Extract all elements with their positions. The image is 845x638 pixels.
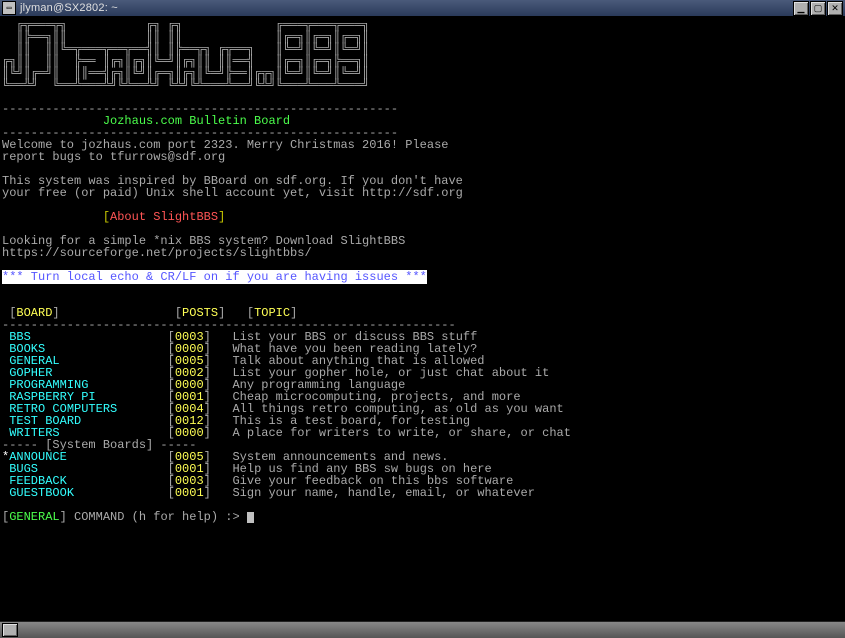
about-bracket: [ <box>103 210 110 224</box>
system-board-name[interactable]: GUESTBOOK <box>9 486 167 500</box>
board-topic: A place for writers to write, or share, … <box>232 426 570 440</box>
about-bracket: ] <box>218 210 225 224</box>
system-menu-icon[interactable]: ▭ <box>2 1 16 15</box>
taskbar <box>0 621 845 638</box>
slightbbs-text: https://sourceforge.net/projects/slightb… <box>2 246 312 260</box>
prompt-text: COMMAND (h for help) :> <box>67 510 247 524</box>
cursor[interactable] <box>247 512 254 523</box>
board-topic: Sign your name, handle, email, or whatev… <box>232 486 534 500</box>
board-posts: 0001 <box>175 486 204 500</box>
minimize-button[interactable]: ▁ <box>793 1 809 16</box>
prompt-context: GENERAL <box>9 510 59 524</box>
window-titlebar: ▭ jlyman@SX2802: ~ ▁ ▢ ✕ <box>0 0 845 17</box>
echo-notice: *** Turn local echo & CR/LF on if you ar… <box>2 270 427 284</box>
logo-line: ╚══╩╝ ╚══╩═══╩╝╚╩══╩╝ ╚╩╝╚╩═══╩══╝╚╩╝╚══… <box>2 79 843 91</box>
inspired-text: your free (or paid) Unix shell account y… <box>2 186 463 200</box>
taskbar-button[interactable] <box>2 623 18 637</box>
welcome-text: report bugs to tfurrows@sdf.org <box>2 150 225 164</box>
about-heading: About SlightBBS <box>110 210 218 224</box>
terminal-output[interactable]: ╔╦═══╦╗ ╔╗ ╔╗ ╔═══╦═══╦═══╗ ║╠══╗║║ ║║ ║… <box>0 17 845 621</box>
close-button[interactable]: ✕ <box>827 1 843 16</box>
window-title: jlyman@SX2802: ~ <box>20 2 118 14</box>
maximize-button[interactable]: ▢ <box>810 1 826 16</box>
